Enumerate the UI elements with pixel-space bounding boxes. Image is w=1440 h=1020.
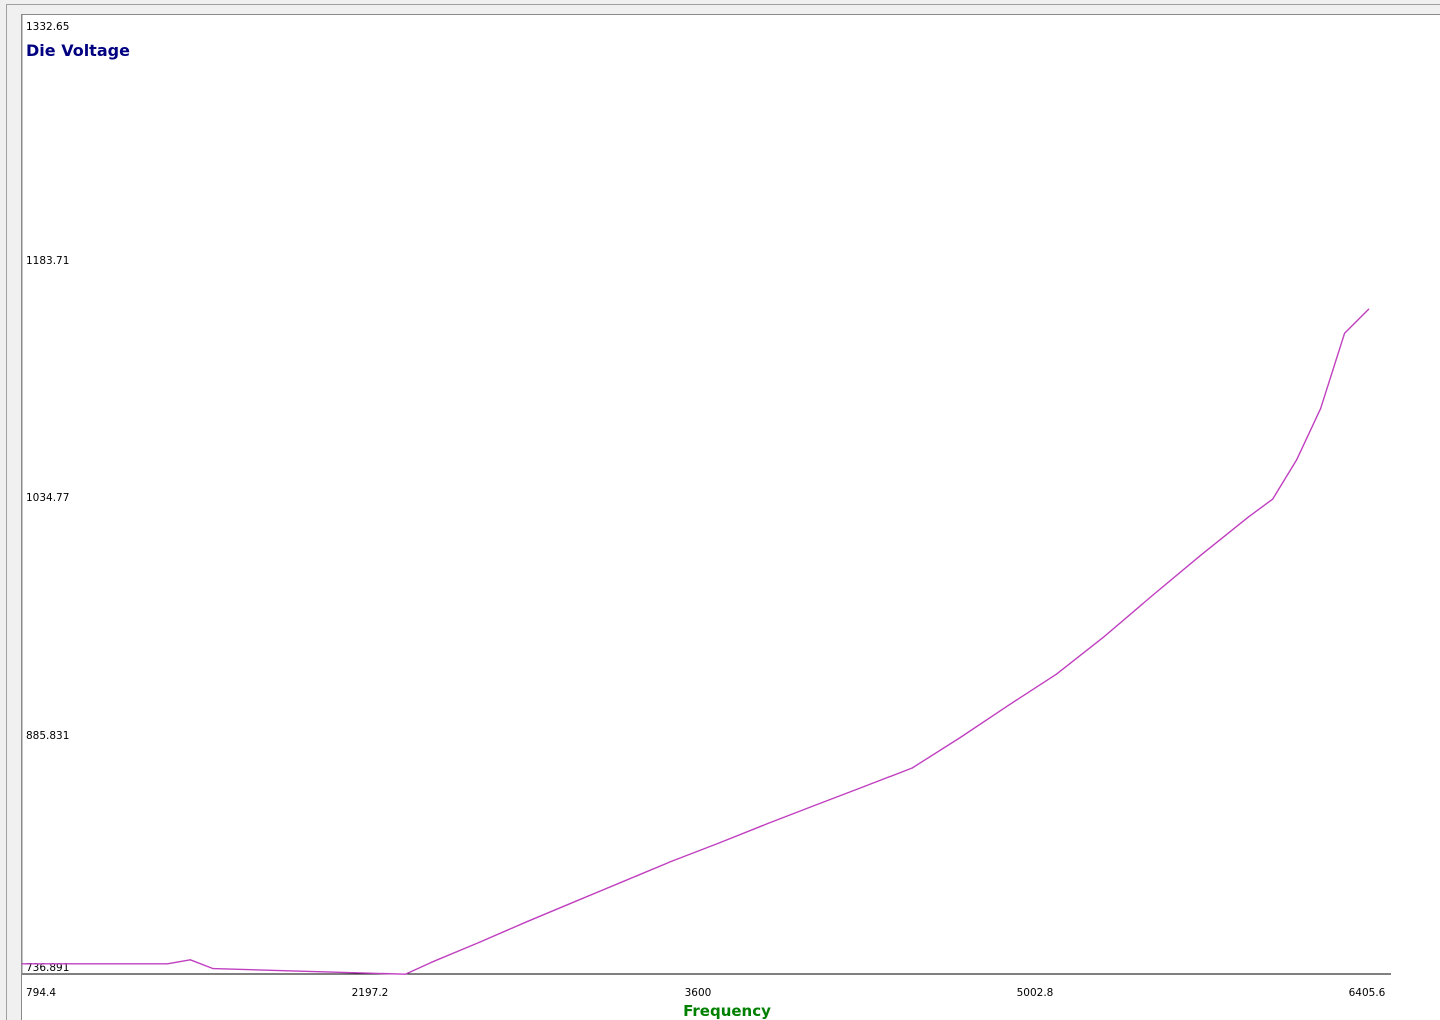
x-tick-labels: 794.4 2197.2 3600 5002.8 6405.6	[26, 987, 1386, 999]
chart-title: Die Voltage	[26, 41, 130, 60]
data-point	[671, 860, 673, 862]
data-point	[1296, 459, 1298, 461]
data-point	[1368, 308, 1370, 310]
data-point	[623, 880, 625, 882]
x-tick-label: 6405.6	[1349, 987, 1386, 999]
y-tick-label: 1183.71	[26, 255, 69, 267]
x-axis-title: Frequency	[683, 1002, 771, 1020]
data-point	[1344, 332, 1346, 334]
data-point	[404, 973, 406, 975]
data-point	[1103, 635, 1105, 638]
series-line	[22, 308, 1370, 975]
data-point	[1199, 554, 1202, 557]
y-tick-labels: 1332.651183.711034.77885.831736.891	[26, 21, 69, 974]
data-point	[1272, 498, 1274, 500]
data-point	[1055, 673, 1057, 675]
data-point	[21, 963, 23, 965]
data-point	[959, 736, 961, 739]
data-point	[767, 822, 769, 825]
data-point	[479, 941, 481, 943]
line-chart: Die Voltage 1332.65 1183.71 1034.77 885.831…	[21, 15, 1391, 1020]
data-point	[212, 968, 214, 970]
y-tick-label: 1034.77	[26, 492, 69, 504]
data-point	[1007, 704, 1009, 707]
data-point	[911, 767, 913, 769]
x-tick-label: 3600	[685, 987, 712, 999]
x-tick-label: 5002.8	[1017, 987, 1054, 999]
data-point	[189, 959, 191, 961]
data-point	[1151, 594, 1153, 597]
x-tick-label: 2197.2	[352, 987, 389, 999]
data-point	[575, 900, 577, 902]
y-tick-label: 885.831	[26, 730, 69, 742]
data-point	[1320, 408, 1322, 410]
series-group	[21, 308, 1370, 975]
data-point	[815, 804, 817, 806]
data-point	[431, 961, 433, 963]
data-point	[719, 842, 721, 844]
y-tick-label: 1332.65	[26, 21, 69, 33]
data-point	[527, 920, 529, 922]
data-point	[1247, 516, 1250, 518]
data-point	[863, 785, 865, 788]
data-point	[166, 963, 169, 965]
x-tick-label: 794.4	[26, 987, 56, 999]
